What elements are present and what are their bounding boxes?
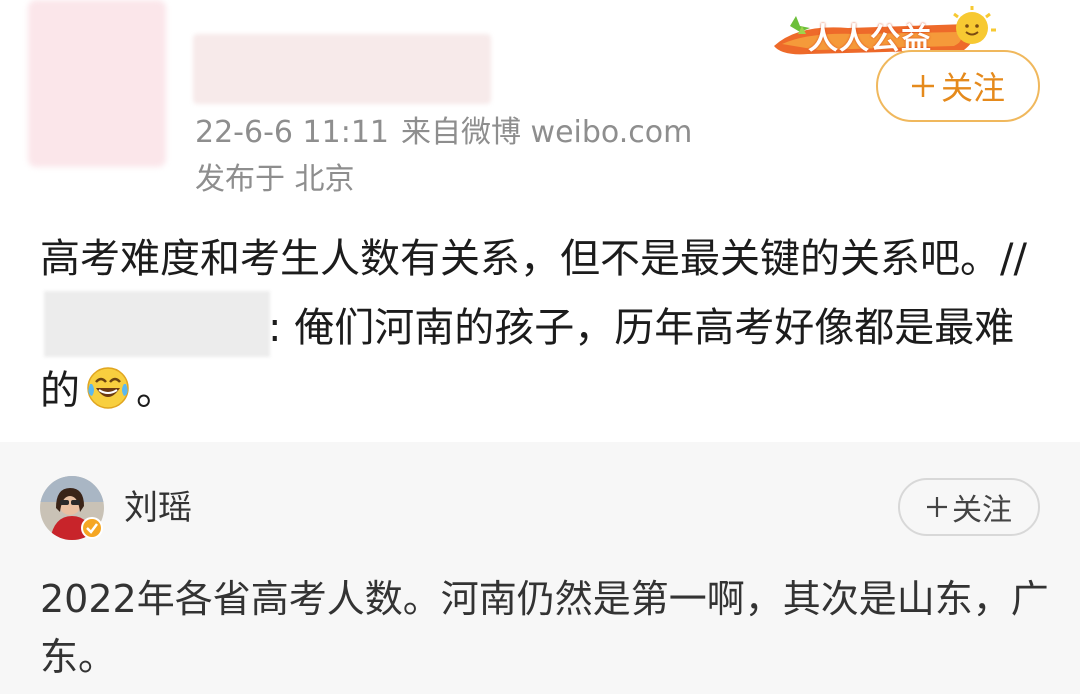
- reposted-card[interactable]: 刘瑶 关注 2022年各省高考人数。河南仍然是第一啊，其次是山东，广东。: [0, 442, 1080, 694]
- post-source: 来自微博 weibo.com: [401, 115, 693, 150]
- repost-follow-label: 关注: [952, 493, 1012, 528]
- author-name-blurred[interactable]: [193, 34, 491, 104]
- post-body: 高考难度和考生人数有关系，但不是最关键的关系吧。//: 俺们河南的孩子，历年高考…: [40, 228, 1050, 423]
- post-meta: 22-6-6 11:11 来自微博 weibo.com: [195, 113, 692, 153]
- post-text-main: 高考难度和考生人数有关系，但不是最关键的关系吧。//: [40, 236, 1027, 282]
- follow-button-label: 关注: [940, 69, 1005, 107]
- repost-follow-button[interactable]: 关注: [898, 478, 1040, 536]
- post-text-end: 。: [136, 368, 176, 414]
- follow-button[interactable]: 关注: [876, 50, 1040, 122]
- weibo-post: 22-6-6 11:11来自微博 weibo.com 发布于 北京 人人公益: [0, 0, 1080, 442]
- post-location: 发布于 北京: [195, 162, 355, 197]
- post-timestamp: 22-6-6 11:11: [195, 115, 389, 150]
- mention-redacted[interactable]: [44, 291, 270, 357]
- repost-author-avatar[interactable]: [40, 476, 104, 540]
- repost-author-name[interactable]: 刘瑶: [124, 488, 192, 528]
- author-avatar-blurred[interactable]: [28, 0, 166, 167]
- plus-icon: [927, 497, 947, 517]
- repost-body: 2022年各省高考人数。河南仍然是第一啊，其次是山东，广东。: [40, 577, 1049, 679]
- plus-icon: [911, 75, 934, 97]
- laugh-crying-icon: [87, 367, 129, 409]
